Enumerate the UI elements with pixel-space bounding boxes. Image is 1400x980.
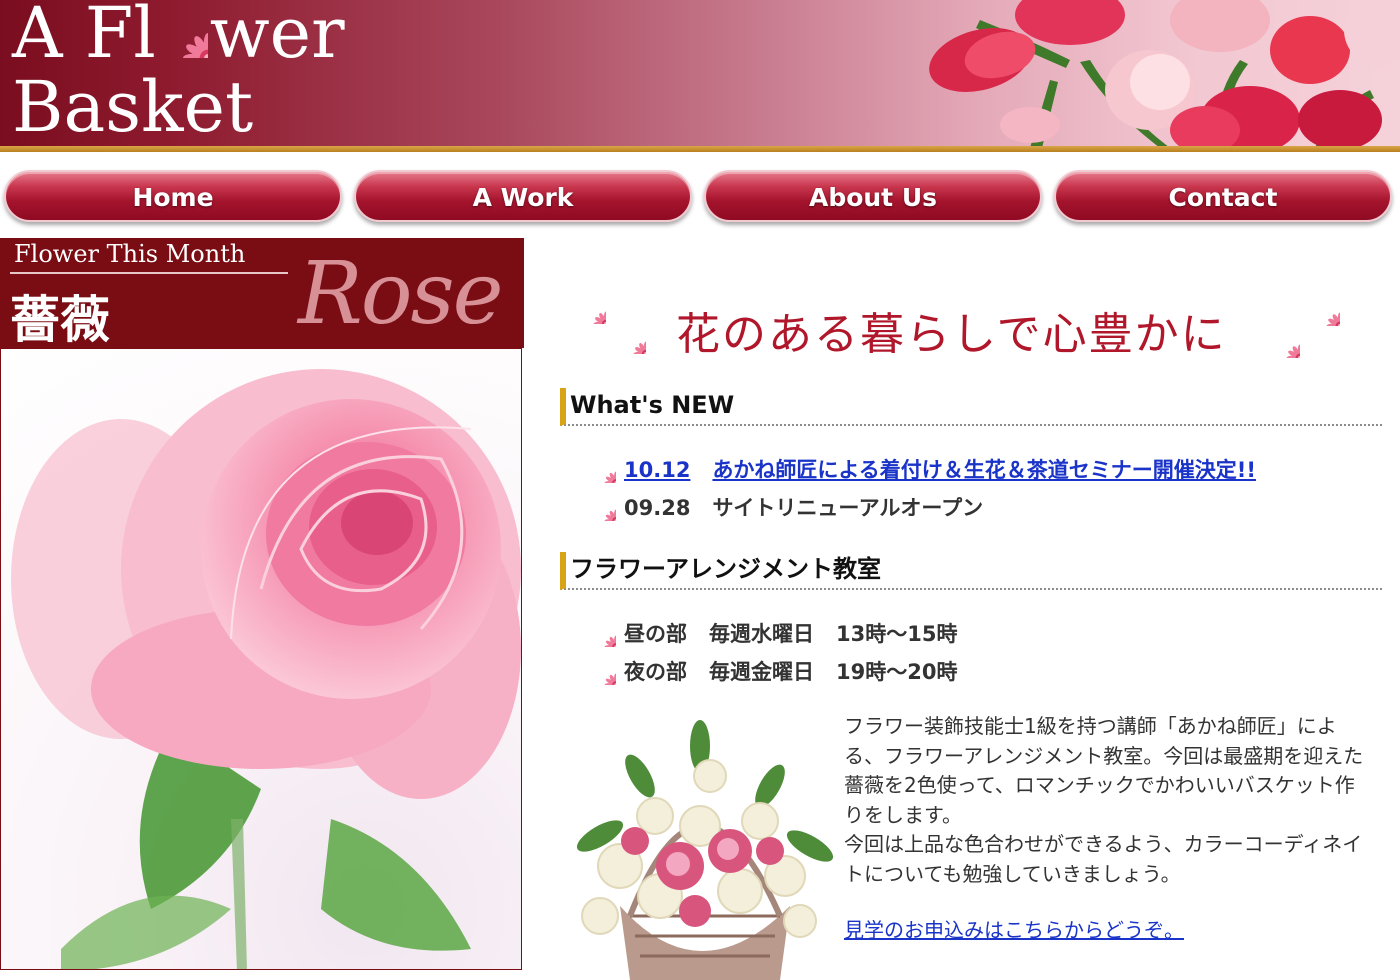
logo-text-start: A Fl (12, 0, 156, 74)
flower-bullet-icon (592, 497, 616, 521)
schedule-day: 毎週金曜日 (709, 660, 814, 684)
flower-decoration-icon (620, 328, 646, 354)
rose-illustration (11, 369, 521, 969)
flower-bullet-icon (592, 623, 616, 647)
nav-home-button[interactable]: Home (4, 170, 342, 222)
flower-basket-photo (560, 716, 840, 980)
class-description: フラワー装飾技能士1級を持つ講師「あかね師匠」による、フラワーアレンジメント教室… (844, 712, 1364, 889)
gerbera-flower-icon (156, 6, 208, 58)
rose-photo (0, 348, 522, 970)
class-description-paragraph: フラワー装飾技能士1級を持つ講師「あかね師匠」による、フラワーアレンジメント教室… (844, 714, 1364, 827)
flower-of-month-panel: Flower This Month 薔薇 Rose (0, 238, 524, 970)
flower-class-heading: フラワーアレンジメント教室 (560, 552, 1382, 590)
flower-of-month-caption: Flower This Month (14, 240, 246, 268)
flower-decoration-icon (580, 298, 606, 324)
site-logo[interactable]: A Fl wer (12, 0, 345, 68)
nav-a-work-button[interactable]: A Work (354, 170, 692, 222)
news-link[interactable]: あかね師匠による着付け＆生花＆茶道セミナー開催決定!! (712, 458, 1256, 482)
flower-decoration-icon (1312, 298, 1340, 326)
schedule-time: 13時～15時 (836, 622, 958, 646)
flower-bullet-icon (592, 661, 616, 685)
schedule-time: 19時～20時 (836, 660, 958, 684)
news-date: 09.28 (624, 496, 691, 520)
site-header: A Fl wer Basket (0, 0, 1400, 148)
caption-divider (10, 272, 288, 274)
header-divider (0, 146, 1400, 152)
schedule-part: 夜の部 (624, 660, 687, 684)
news-date[interactable]: 10.12 (624, 458, 690, 482)
whats-new-heading: What's NEW (560, 388, 1382, 426)
flower-of-month-header: Flower This Month 薔薇 Rose (0, 238, 524, 348)
schedule-item: 夜の部 毎週金曜日 19時～20時 (592, 656, 957, 688)
site-tagline: 花のある暮らしで心豊かに (676, 309, 1227, 360)
class-description-paragraph: 今回は上品な色合わせができるよう、カラーコーディネイトについても勉強していきまし… (844, 832, 1363, 886)
news-text: サイトリニューアルオープン (712, 496, 984, 520)
tulip-header-image (929, 0, 1400, 148)
news-item[interactable]: 10.12 あかね師匠による着付け＆生花＆茶道セミナー開催決定!! (592, 454, 1256, 486)
flower-name-kanji: 薔薇 (10, 290, 110, 348)
news-item: 09.28 サイトリニューアルオープン (592, 492, 983, 524)
flower-decoration-icon (1272, 330, 1300, 358)
visit-application-link[interactable]: 見学のお申込みはこちらからどうぞ。 (844, 914, 1184, 943)
flower-basket-illustration (576, 720, 834, 980)
schedule-item: 昼の部 毎週水曜日 13時～15時 (592, 618, 957, 650)
logo-text-end: wer (209, 0, 345, 74)
flower-name-script: Rose (298, 244, 504, 344)
tagline-banner: 花のある暮らしで心豊かに (540, 298, 1360, 360)
schedule-day: 毎週水曜日 (709, 622, 814, 646)
logo-text-second-line: Basket (12, 66, 254, 148)
main-navigation: Home A Work About Us Contact (0, 160, 1400, 232)
main-content: 花のある暮らしで心豊かに What's NEW 10.12 あかね師匠による着付け… (540, 238, 1400, 980)
flower-bullet-icon (592, 459, 616, 483)
nav-contact-button[interactable]: Contact (1054, 170, 1392, 222)
nav-about-us-button[interactable]: About Us (704, 170, 1042, 222)
schedule-part: 昼の部 (624, 622, 687, 646)
